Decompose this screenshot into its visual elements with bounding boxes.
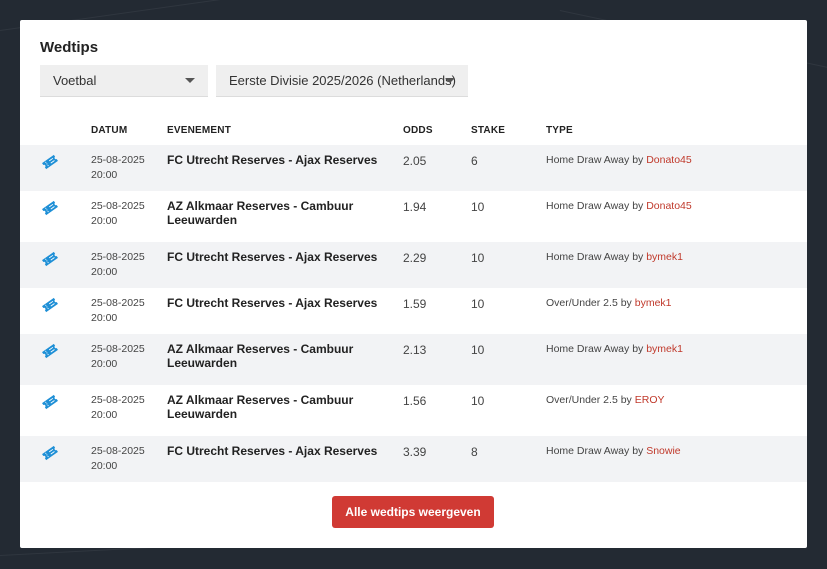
tipster-link[interactable]: Donato45 — [646, 154, 692, 166]
league-select[interactable]: Eerste Divisie 2025/2026 (Netherlands) — [216, 65, 468, 97]
ticket-icon — [42, 297, 58, 313]
tip-stake: 10 — [471, 297, 485, 311]
table-row[interactable]: 25-08-2025 20:00 AZ Alkmaar Reserves - C… — [20, 385, 807, 436]
tip-date: 25-08-2025 20:00 — [91, 153, 145, 183]
tipster-link[interactable]: bymek1 — [646, 251, 683, 263]
tipster-link[interactable]: bymek1 — [635, 297, 672, 309]
tip-date-time: 20:00 — [91, 169, 118, 181]
ticket-icon — [42, 154, 58, 170]
tip-odds: 1.94 — [403, 200, 427, 214]
tip-by-label: by — [632, 154, 644, 166]
ticket-icon — [42, 445, 58, 461]
tip-by-label: by — [632, 343, 644, 355]
tip-odds: 2.29 — [403, 251, 427, 265]
tip-date-time: 20:00 — [91, 266, 118, 278]
table-row[interactable]: 25-08-2025 20:00 AZ Alkmaar Reserves - C… — [20, 191, 807, 242]
tip-date-time: 20:00 — [91, 460, 118, 472]
tip-stake: 8 — [471, 445, 478, 459]
table-row[interactable]: 25-08-2025 20:00 FC Utrecht Reserves - A… — [20, 145, 807, 191]
column-header-type: TYPE — [546, 125, 573, 136]
tip-odds: 3.39 — [403, 445, 427, 459]
tip-type: Home Draw Away by bymek1 — [546, 343, 683, 355]
tip-event: FC Utrecht Reserves - Ajax Reserves — [167, 250, 378, 264]
wedtips-card: Wedtips Voetbal Eerste Divisie 2025/2026… — [20, 20, 807, 548]
tip-type-label: Home Draw Away — [546, 343, 630, 355]
tip-date: 25-08-2025 20:00 — [91, 296, 145, 326]
tip-type: Home Draw Away by Donato45 — [546, 154, 692, 166]
tip-type-label: Home Draw Away — [546, 445, 630, 457]
table-header: DATUM EVENEMENT ODDS STAKE TYPE — [20, 125, 807, 139]
tip-by-label: by — [632, 251, 644, 263]
column-header-stake: STAKE — [471, 125, 506, 136]
tip-date-time: 20:00 — [91, 312, 118, 324]
show-all-tips-button[interactable]: Alle wedtips weergeven — [332, 496, 494, 528]
ticket-icon — [42, 394, 58, 410]
tip-date-day: 25-08-2025 — [91, 445, 145, 457]
tip-type: Home Draw Away by bymek1 — [546, 251, 683, 263]
tip-event: AZ Alkmaar Reserves - Cambuur Leeuwarden — [167, 199, 354, 227]
tip-date: 25-08-2025 20:00 — [91, 250, 145, 280]
tip-type-label: Home Draw Away — [546, 154, 630, 166]
tip-date-day: 25-08-2025 — [91, 154, 145, 166]
tip-date: 25-08-2025 20:00 — [91, 444, 145, 474]
tip-date-day: 25-08-2025 — [91, 394, 145, 406]
tip-type: Home Draw Away by Donato45 — [546, 200, 692, 212]
tip-date: 25-08-2025 20:00 — [91, 393, 145, 423]
column-header-evenement: EVENEMENT — [167, 125, 232, 136]
page-title: Wedtips — [40, 39, 99, 56]
tip-date-time: 20:00 — [91, 409, 118, 421]
caret-down-icon — [445, 78, 455, 83]
tip-stake: 10 — [471, 394, 485, 408]
tip-event: FC Utrecht Reserves - Ajax Reserves — [167, 296, 378, 310]
tip-date-day: 25-08-2025 — [91, 200, 145, 212]
table-row[interactable]: 25-08-2025 20:00 FC Utrecht Reserves - A… — [20, 436, 807, 482]
table-row[interactable]: 25-08-2025 20:00 FC Utrecht Reserves - A… — [20, 242, 807, 288]
tip-date: 25-08-2025 20:00 — [91, 199, 145, 229]
tip-stake: 10 — [471, 343, 485, 357]
tip-date-day: 25-08-2025 — [91, 297, 145, 309]
tip-date-day: 25-08-2025 — [91, 251, 145, 263]
sport-select-value: Voetbal — [53, 73, 97, 88]
tip-type-label: Over/Under 2.5 — [546, 297, 618, 309]
tip-by-label: by — [632, 445, 644, 457]
ticket-icon — [42, 251, 58, 267]
league-select-value: Eerste Divisie 2025/2026 (Netherlands) — [229, 73, 456, 88]
tip-odds: 1.59 — [403, 297, 427, 311]
tip-type-label: Home Draw Away — [546, 200, 630, 212]
tip-type-label: Over/Under 2.5 — [546, 394, 618, 406]
tip-event: FC Utrecht Reserves - Ajax Reserves — [167, 444, 378, 458]
caret-down-icon — [185, 78, 195, 83]
tip-odds: 2.13 — [403, 343, 427, 357]
column-header-datum: DATUM — [91, 125, 128, 136]
table-row[interactable]: 25-08-2025 20:00 FC Utrecht Reserves - A… — [20, 288, 807, 334]
tip-by-label: by — [620, 394, 632, 406]
tipster-link[interactable]: EROY — [635, 394, 665, 406]
column-header-odds: ODDS — [403, 125, 433, 136]
tip-by-label: by — [620, 297, 632, 309]
tipster-link[interactable]: bymek1 — [646, 343, 683, 355]
tip-date-day: 25-08-2025 — [91, 343, 145, 355]
tip-event: AZ Alkmaar Reserves - Cambuur Leeuwarden — [167, 342, 354, 370]
tip-date-time: 20:00 — [91, 215, 118, 227]
tip-event: AZ Alkmaar Reserves - Cambuur Leeuwarden — [167, 393, 354, 421]
tip-type: Over/Under 2.5 by EROY — [546, 394, 665, 406]
tip-type: Home Draw Away by Snowie — [546, 445, 681, 457]
tip-stake: 6 — [471, 154, 478, 168]
tip-date-time: 20:00 — [91, 358, 118, 370]
ticket-icon — [42, 343, 58, 359]
tip-by-label: by — [632, 200, 644, 212]
table-row[interactable]: 25-08-2025 20:00 AZ Alkmaar Reserves - C… — [20, 334, 807, 385]
tipster-link[interactable]: Snowie — [646, 445, 680, 457]
tip-event: FC Utrecht Reserves - Ajax Reserves — [167, 153, 378, 167]
tip-odds: 2.05 — [403, 154, 427, 168]
tip-type-label: Home Draw Away — [546, 251, 630, 263]
tip-date: 25-08-2025 20:00 — [91, 342, 145, 372]
ticket-icon — [42, 200, 58, 216]
tipster-link[interactable]: Donato45 — [646, 200, 692, 212]
tip-stake: 10 — [471, 200, 485, 214]
sport-select[interactable]: Voetbal — [40, 65, 208, 97]
tip-stake: 10 — [471, 251, 485, 265]
tip-type: Over/Under 2.5 by bymek1 — [546, 297, 672, 309]
tip-odds: 1.56 — [403, 394, 427, 408]
